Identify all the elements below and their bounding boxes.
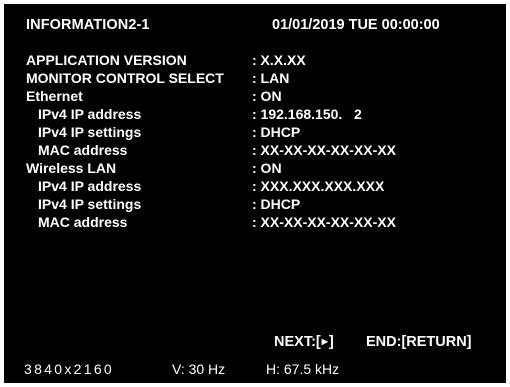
info-label: IPv4 IP address xyxy=(38,106,142,122)
info-value: : 192.168.150. 2 xyxy=(252,106,362,122)
info-value: : XXX.XXX.XXX.XXX xyxy=(252,178,385,194)
info-value: : DHCP xyxy=(252,124,301,140)
page-title: INFORMATION2-1 xyxy=(26,17,150,33)
info-value: : LAN xyxy=(252,70,290,86)
information-screen: INFORMATION2-1 01/01/2019 TUE 00:00:00 A… xyxy=(4,4,506,383)
signal-vertical-frequency: V: 30 Hz xyxy=(172,361,226,377)
info-value: : XX-XX-XX-XX-XX-XX xyxy=(252,214,396,230)
signal-resolution: 3840x2160 xyxy=(24,361,114,377)
info-label: IPv4 IP settings xyxy=(38,196,142,212)
next-page-control[interactable]: NEXT:[▶] xyxy=(274,334,334,350)
info-value: : ON xyxy=(252,160,282,176)
info-value: : DHCP xyxy=(252,196,301,212)
info-label: IPv4 IP settings xyxy=(38,124,142,140)
info-label: APPLICATION VERSION xyxy=(26,52,187,68)
next-prefix: NEXT:[ xyxy=(274,334,321,350)
info-value: : ON xyxy=(252,88,282,104)
info-value: : XX-XX-XX-XX-XX-XX xyxy=(252,142,396,158)
info-label: MAC address xyxy=(38,142,128,158)
info-label: Wireless LAN xyxy=(26,160,117,176)
info-value: : X.X.XX xyxy=(252,52,306,68)
signal-horizontal-frequency: H: 67.5 kHz xyxy=(266,361,340,377)
info-label: IPv4 IP address xyxy=(38,178,142,194)
end-control[interactable]: END:[RETURN] xyxy=(366,334,472,350)
info-label: Ethernet xyxy=(26,88,83,104)
next-suffix: ] xyxy=(328,334,334,350)
play-right-icon: ▶ xyxy=(321,337,328,346)
info-label: MAC address xyxy=(38,214,128,230)
date-time: 01/01/2019 TUE 00:00:00 xyxy=(272,17,440,33)
info-label: MONITOR CONTROL SELECT xyxy=(26,70,224,86)
